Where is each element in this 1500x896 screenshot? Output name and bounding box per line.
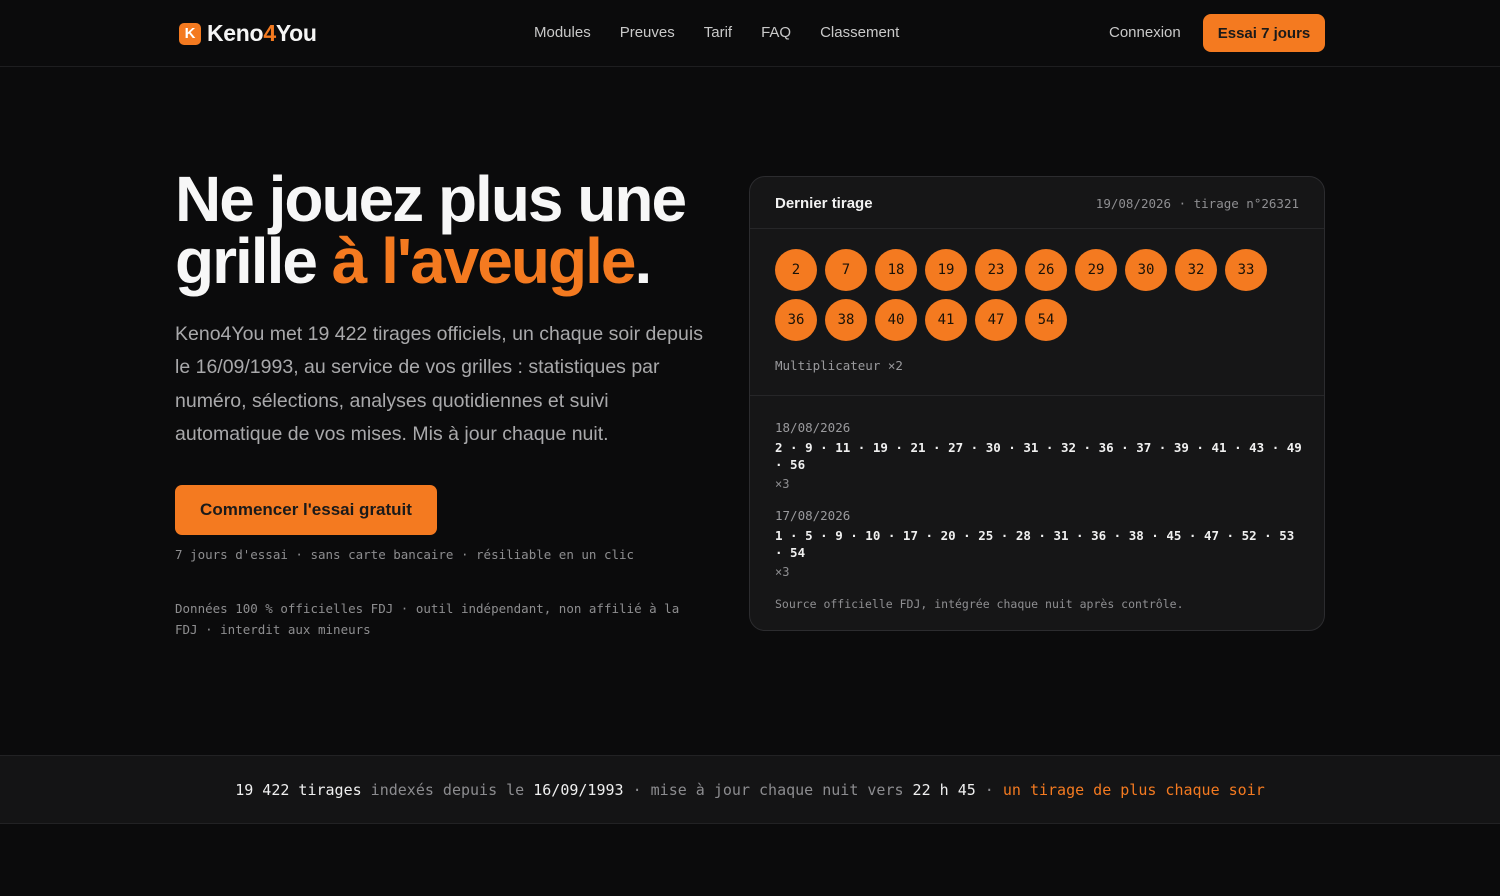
- ball: 18: [875, 249, 917, 291]
- logo-mark-icon: K: [179, 22, 201, 45]
- ball: 30: [1125, 249, 1167, 291]
- history-item: 17/08/2026 1 · 5 · 9 · 10 · 17 · 20 · 25…: [775, 507, 1305, 581]
- logo[interactable]: K Keno4You: [179, 20, 317, 47]
- ball: 23: [975, 249, 1017, 291]
- ball: 7: [825, 249, 867, 291]
- main-nav: Modules Preuves Tarif FAQ Classement: [534, 24, 899, 41]
- ball: 33: [1225, 249, 1267, 291]
- brand-name-part1: Keno: [207, 20, 264, 46]
- hero-title-accent: à l'aveugle: [331, 225, 637, 297]
- ball: 29: [1075, 249, 1117, 291]
- history-numbers: 1 · 5 · 9 · 10 · 17 · 20 · 25 · 28 · 31 …: [775, 528, 1295, 560]
- hero-title-period: .: [634, 225, 652, 297]
- ball: 47: [975, 299, 1017, 341]
- ball: 32: [1175, 249, 1217, 291]
- history-multiplier: ×3: [775, 477, 790, 491]
- drawn-balls: 2 7 18 19 23 26 29 30 32 33 36 38 40 41 …: [775, 249, 1295, 341]
- start-trial-button[interactable]: Commencer l'essai gratuit: [175, 485, 437, 535]
- hero-subtitle: Keno4You met 19 422 tirages officiels, u…: [175, 323, 703, 445]
- ball: 40: [875, 299, 917, 341]
- trial-button[interactable]: Essai 7 jours: [1203, 14, 1325, 52]
- strip-text: indexés depuis le: [361, 780, 534, 799]
- ball: 38: [825, 299, 867, 341]
- ball: 26: [1025, 249, 1067, 291]
- card-title: Dernier tirage: [775, 195, 873, 212]
- nav-item-faq[interactable]: FAQ: [761, 24, 791, 41]
- nav-item-modules[interactable]: Modules: [534, 24, 591, 41]
- brand-name-accent: 4: [263, 20, 276, 46]
- history-multiplier: ×3: [775, 565, 790, 579]
- logo-letter: K: [184, 25, 196, 42]
- draw-meta: 19/08/2026 · tirage n°26321: [1095, 196, 1299, 211]
- nav-item-classement[interactable]: Classement: [820, 24, 899, 41]
- history-item: 18/08/2026 2 · 9 · 11 · 19 · 21 · 27 · 3…: [775, 419, 1305, 493]
- site-header: K Keno4You Modules Preuves Tarif FAQ Cla…: [0, 0, 1500, 67]
- ball: 54: [1025, 299, 1067, 341]
- history-date: 18/08/2026: [775, 420, 851, 435]
- card-header: Dernier tirage 19/08/2026 · tirage n°263…: [750, 177, 1324, 229]
- hero-title: Ne jouez plus une grille à l'aveugle.: [175, 167, 735, 293]
- stats-strip: 19 422 tirages indexés depuis le 16/09/1…: [0, 755, 1500, 824]
- latest-draw-card: Dernier tirage 19/08/2026 · tirage n°263…: [749, 176, 1325, 631]
- disclaimer: Données 100 % officielles FDJ · outil in…: [175, 601, 680, 637]
- ball: 19: [925, 249, 967, 291]
- strip-time: 22 h 45: [912, 780, 976, 799]
- strip-separator: ·: [975, 780, 1003, 799]
- nav-item-preuves[interactable]: Preuves: [620, 24, 675, 41]
- draw-history: 18/08/2026 2 · 9 · 11 · 19 · 21 · 27 · 3…: [775, 419, 1305, 595]
- strip-date: 16/09/1993: [533, 780, 624, 799]
- cta-note: 7 jours d'essai · sans carte bancaire · …: [175, 547, 635, 562]
- brand-name: Keno4You: [207, 20, 317, 47]
- ball: 41: [925, 299, 967, 341]
- strip-count: 19 422 tirages: [235, 780, 362, 799]
- hero-title-line2-start: grille: [175, 225, 332, 297]
- brand-name-part2: You: [275, 20, 317, 46]
- history-date: 17/08/2026: [775, 508, 851, 523]
- strip-text: · mise à jour chaque nuit vers: [623, 780, 913, 799]
- ball: 36: [775, 299, 817, 341]
- strip-accent: un tirage de plus chaque soir: [1002, 780, 1265, 799]
- login-link[interactable]: Connexion: [1109, 24, 1181, 41]
- ball: 2: [775, 249, 817, 291]
- multiplier: Multiplicateur ×2: [775, 358, 903, 373]
- data-source-note: Source officielle FDJ, intégrée chaque n…: [775, 597, 1184, 611]
- card-divider: [750, 395, 1324, 396]
- nav-item-tarif[interactable]: Tarif: [704, 24, 732, 41]
- history-numbers: 2 · 9 · 11 · 19 · 21 · 27 · 30 · 31 · 32…: [775, 440, 1302, 472]
